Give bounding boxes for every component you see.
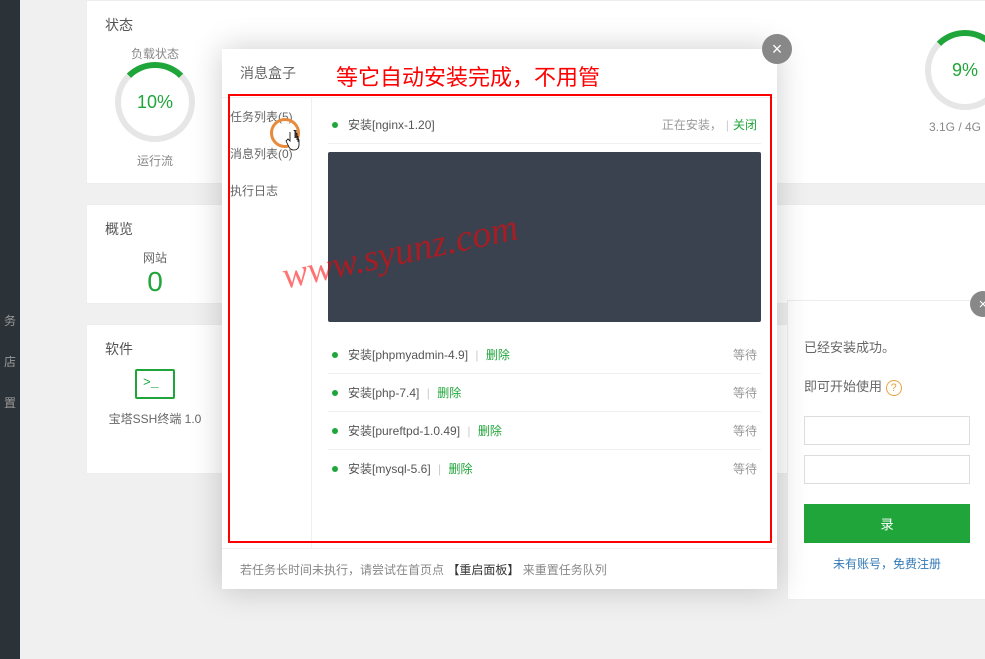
overview-label: 网站 [105,249,205,266]
status-dot-icon [332,466,338,472]
nav-item[interactable]: 务 [0,300,20,341]
tab-exec-log[interactable]: 执行日志 [222,172,311,209]
gauge-label-top: 负载状态 [105,45,205,62]
task-status: 等待 [733,422,757,439]
load-gauge: 10% [115,62,195,142]
modal-content: 安装[nginx-1.20] 正在安装， | 关闭 安装[phpmyadmin-… [312,98,777,548]
nav-item[interactable]: 店 [0,341,20,382]
status-dot-icon [332,122,338,128]
software-item-ssh[interactable]: 宝塔SSH终端 1.0 [105,369,205,427]
message-box-modal: × 消息盒子 任务列表(5) 消息列表(0) 执行日志 安装[nginx-1.2… [222,49,777,589]
app-nav-sidebar: 务 店 置 [0,0,20,659]
install-success-text: 已经安装成功。 [804,337,970,356]
modal-sidebar: 任务列表(5) 消息列表(0) 执行日志 [222,98,312,548]
task-name: 安装[php-7.4] [348,386,419,400]
task-row-active: 安装[nginx-1.20] 正在安装， | 关闭 [328,110,761,144]
status-dot-icon [332,428,338,434]
task-delete-link[interactable]: 删除 [478,424,502,438]
task-name: 安装[phpmyadmin-4.9] [348,348,468,362]
restart-panel-hint: 【重启面板】 [447,563,519,577]
gauge-label-bottom: 运行流 [105,152,205,169]
task-status: 等待 [733,346,757,363]
start-use-text: 即可开始使用 ? [804,376,970,396]
task-row: 安装[phpmyadmin-4.9] | 删除 等待 [328,336,761,374]
task-row: 安装[pureftpd-1.0.49] | 删除 等待 [328,412,761,450]
modal-footer: 若任务长时间未执行，请尝试在首页点 【重启面板】 来重置任务队列 [222,548,777,590]
task-status: 等待 [733,384,757,401]
task-name: 安装[mysql-5.6] [348,462,431,476]
disk-gauge-label: 3.1G / 4G [925,120,985,134]
help-icon[interactable]: ? [886,380,902,396]
login-button[interactable]: 录 [804,504,970,543]
task-row: 安装[php-7.4] | 删除 等待 [328,374,761,412]
login-side-panel: × 已经安装成功。 即可开始使用 ? 录 未有账号，免费注册 [787,300,985,600]
status-title: 状态 [105,15,967,35]
task-name: 安装[pureftpd-1.0.49] [348,424,460,438]
install-log-terminal[interactable] [328,152,761,322]
software-label: 宝塔SSH终端 1.0 [105,410,205,427]
terminal-icon [135,369,175,399]
cursor-pointer-icon [284,130,302,157]
status-dot-icon [332,352,338,358]
register-link[interactable]: 未有账号，免费注册 [804,555,970,572]
task-delete-link[interactable]: 删除 [437,386,461,400]
task-close-link[interactable]: 关闭 [733,116,757,133]
annotation-hint: 等它自动安装完成，不用管 [336,60,600,92]
load-gauge-block: 负载状态 10% 运行流 [105,45,205,169]
task-name: 安装[nginx-1.20] [348,116,662,133]
password-field[interactable] [804,455,970,484]
nav-item[interactable]: 置 [0,382,20,423]
close-icon[interactable]: × [970,291,985,317]
disk-gauge: 9% [925,30,985,110]
task-delete-link[interactable]: 删除 [486,348,510,362]
username-field[interactable] [804,416,970,445]
task-status: 正在安装， [662,116,722,133]
task-status: 等待 [733,460,757,477]
task-row: 安装[mysql-5.6] | 删除 等待 [328,450,761,487]
close-icon[interactable]: × [762,34,792,64]
task-delete-link[interactable]: 删除 [449,462,473,476]
status-dot-icon [332,390,338,396]
overview-col-site[interactable]: 网站 0 [105,249,205,298]
overview-value: 0 [105,266,205,298]
